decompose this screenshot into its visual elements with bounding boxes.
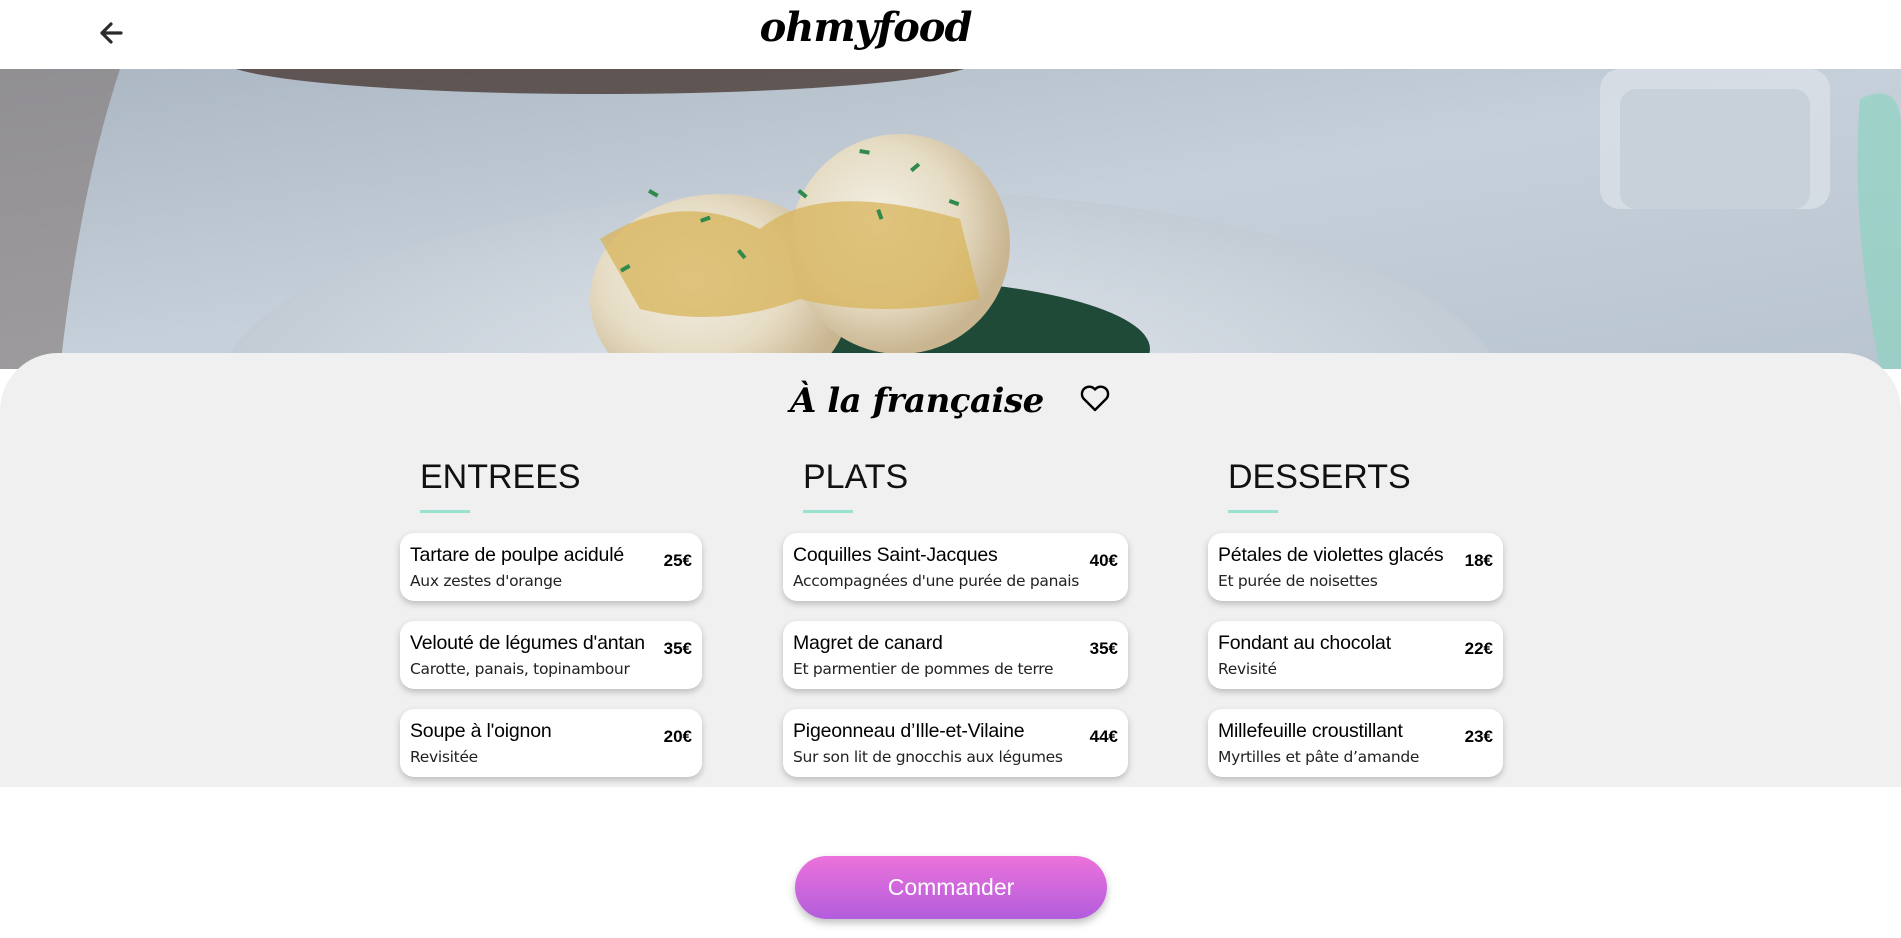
menu-item-card[interactable]: Fondant au chocolat Revisité 22€ — [1208, 621, 1503, 689]
dish-price: 25€ — [663, 551, 692, 570]
dish-price: 35€ — [1089, 639, 1118, 658]
dish-price: 20€ — [663, 727, 692, 746]
dish-price: 44€ — [1089, 727, 1118, 746]
dish-price: 18€ — [1464, 551, 1493, 570]
hero-image — [0, 69, 1901, 369]
dish-price: 23€ — [1464, 727, 1493, 746]
dish-description: Aux zestes d'orange — [410, 572, 562, 590]
dish-description: Accompagnées d'une purée de panais — [793, 572, 1080, 590]
dish-name: Fondant au chocolat — [1218, 632, 1391, 654]
dish-price: 40€ — [1089, 551, 1118, 570]
dish-name: Coquilles Saint-Jacques — [793, 544, 998, 566]
menu-section-desserts: DESSERTS Pétales de violettes glacés Et … — [1208, 455, 1503, 777]
menu-item-card[interactable]: Coquilles Saint-Jacques Accompagnées d'u… — [783, 533, 1128, 601]
dish-name: Tartare de poulpe acidulé — [410, 544, 624, 566]
dish-description: Et parmentier de pommes de terre — [793, 660, 1054, 678]
section-heading: ENTREES — [420, 458, 581, 496]
restaurant-header: À la française — [0, 375, 1901, 435]
dish-description: Et purée de noisettes — [1218, 572, 1378, 590]
menu-item-card[interactable]: Pétales de violettes glacés Et purée de … — [1208, 533, 1503, 601]
dish-name: Millefeuille croustillant — [1218, 720, 1403, 742]
dish-name: Magret de canard — [793, 632, 943, 654]
menu-item-card[interactable]: Soupe à l'oignon Revisitée 20€ — [400, 709, 702, 777]
section-underline — [803, 510, 853, 513]
dish-description: Sur son lit de gnocchis aux légumes — [793, 748, 1063, 766]
dish-price: 22€ — [1464, 639, 1493, 658]
dish-description: Myrtilles et pâte d’amande — [1218, 748, 1420, 766]
menu-item-card[interactable]: Velouté de légumes d'antan Carotte, pana… — [400, 621, 702, 689]
menu-item-card[interactable]: Pigeonneau d’Ille-et-Vilaine Sur son lit… — [783, 709, 1128, 777]
favorite-button[interactable] — [1079, 383, 1113, 415]
dish-description: Revisité — [1218, 660, 1277, 678]
dish-description: Revisitée — [410, 748, 478, 766]
dish-description: Carotte, panais, topinambour — [410, 660, 630, 678]
dish-name: Velouté de légumes d'antan — [410, 632, 645, 654]
dish-name: Pigeonneau d’Ille-et-Vilaine — [793, 720, 1025, 742]
brand-logo[interactable]: ohmyfood — [0, 4, 1731, 51]
dish-name: Pétales de violettes glacés — [1218, 544, 1444, 566]
dish-price: 35€ — [663, 639, 692, 658]
menu-section-plats: PLATS Coquilles Saint-Jacques Accompagné… — [783, 455, 1128, 777]
menu-item-card[interactable]: Tartare de poulpe acidulé Aux zestes d'o… — [400, 533, 702, 601]
top-header: ohmyfood — [0, 0, 1901, 69]
dish-name: Soupe à l'oignon — [410, 720, 552, 742]
order-button[interactable]: Commander — [795, 856, 1107, 919]
menu-item-card[interactable]: Magret de canard Et parmentier de pommes… — [783, 621, 1128, 689]
section-heading: DESSERTS — [1228, 458, 1411, 496]
restaurant-title: À la française — [790, 381, 1044, 421]
section-underline — [420, 510, 470, 513]
heart-outline-icon — [1080, 385, 1110, 412]
section-heading: PLATS — [803, 458, 909, 496]
menu-item-card[interactable]: Millefeuille croustillant Myrtilles et p… — [1208, 709, 1503, 777]
menu-section-entrees: ENTREES Tartare de poulpe acidulé Aux ze… — [400, 455, 702, 777]
section-underline — [1228, 510, 1278, 513]
